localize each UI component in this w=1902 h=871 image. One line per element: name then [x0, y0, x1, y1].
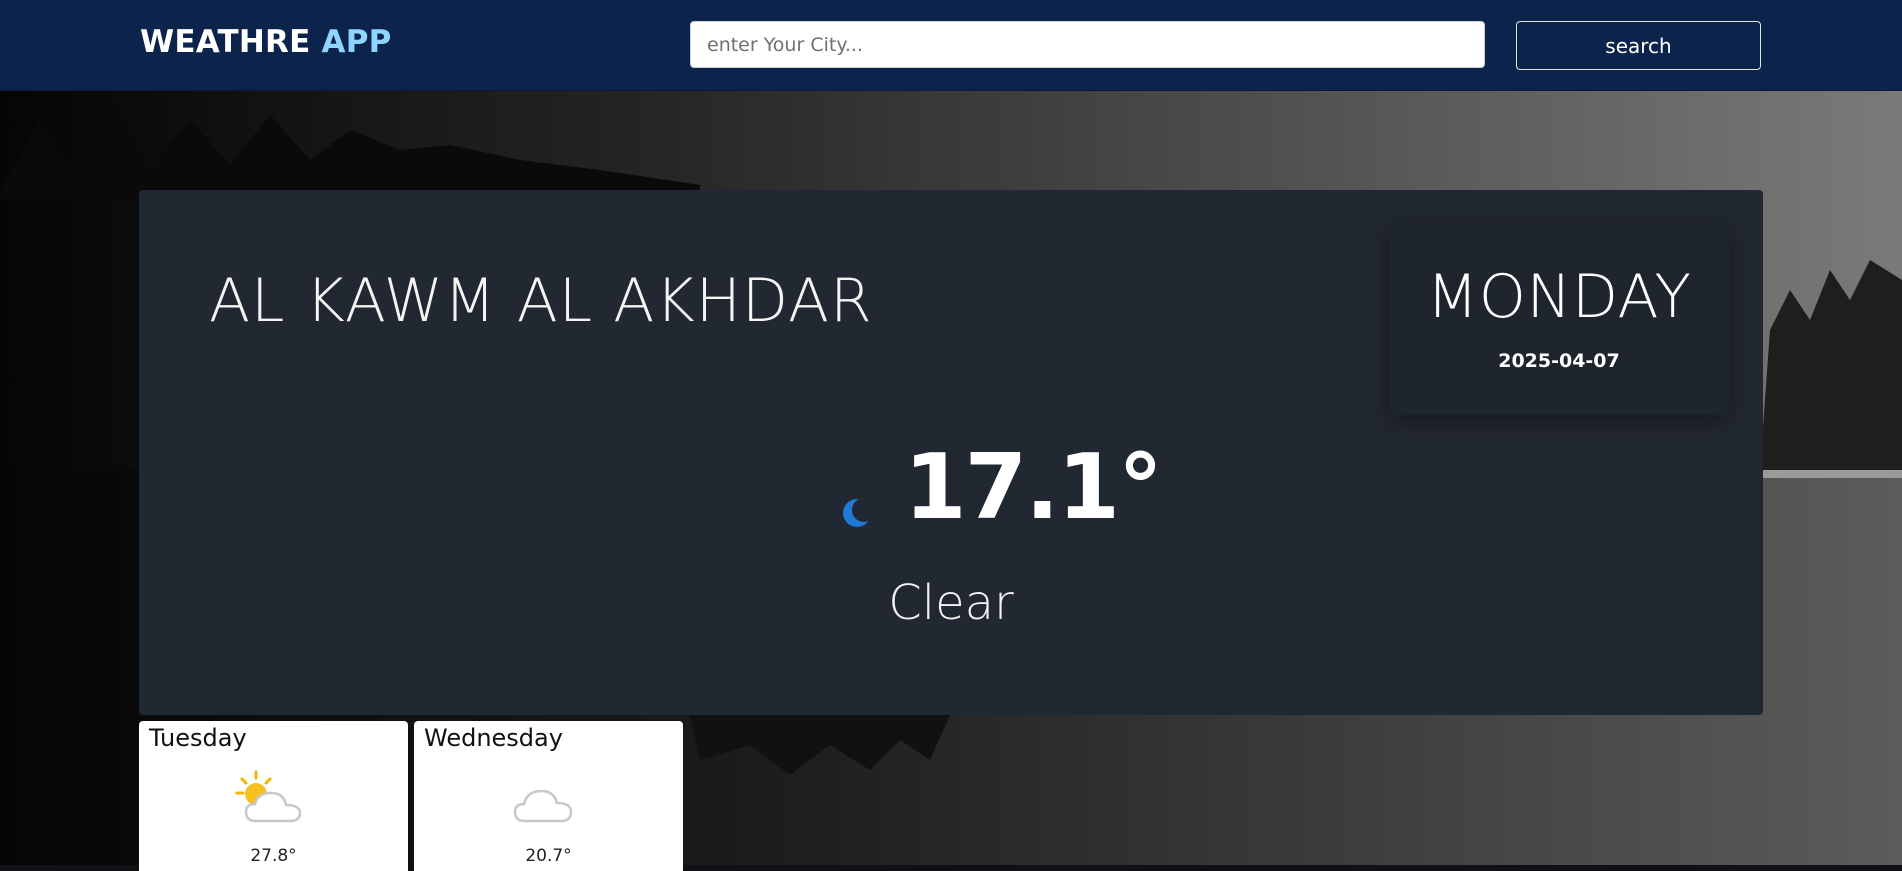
forecast-card: Tuesday 27.8°	[139, 721, 408, 871]
forecast-card: Wednesday 20.7°	[414, 721, 683, 871]
cloud-icon	[509, 769, 584, 829]
search-button[interactable]: search	[1516, 21, 1761, 70]
brand-accent: APP	[321, 24, 392, 60]
partly-sunny-icon	[234, 769, 309, 829]
current-temperature: 17.1°	[904, 435, 1163, 540]
brand-logo[interactable]: WEATHRE APP	[140, 24, 392, 60]
day-name: MONDAY	[1426, 262, 1692, 332]
brand-main: WEATHRE	[140, 24, 311, 60]
forecast-temperature: 20.7°	[525, 846, 572, 866]
moon-icon	[839, 495, 876, 531]
city-search-input[interactable]	[690, 21, 1485, 68]
city-name: AL KAWM AL AKHDAR	[209, 266, 873, 336]
date-text: 2025-04-07	[1498, 350, 1620, 372]
navbar: WEATHRE APP search	[0, 0, 1902, 91]
current-weather-card: AL KAWM AL AKHDAR MONDAY 2025-04-07 17.1…	[139, 190, 1763, 715]
day-panel: MONDAY 2025-04-07	[1389, 220, 1729, 415]
forecast-day: Tuesday	[149, 724, 247, 752]
forecast-temperature: 27.8°	[250, 846, 297, 866]
forecast-day: Wednesday	[424, 724, 563, 752]
weather-condition: Clear	[888, 575, 1014, 631]
